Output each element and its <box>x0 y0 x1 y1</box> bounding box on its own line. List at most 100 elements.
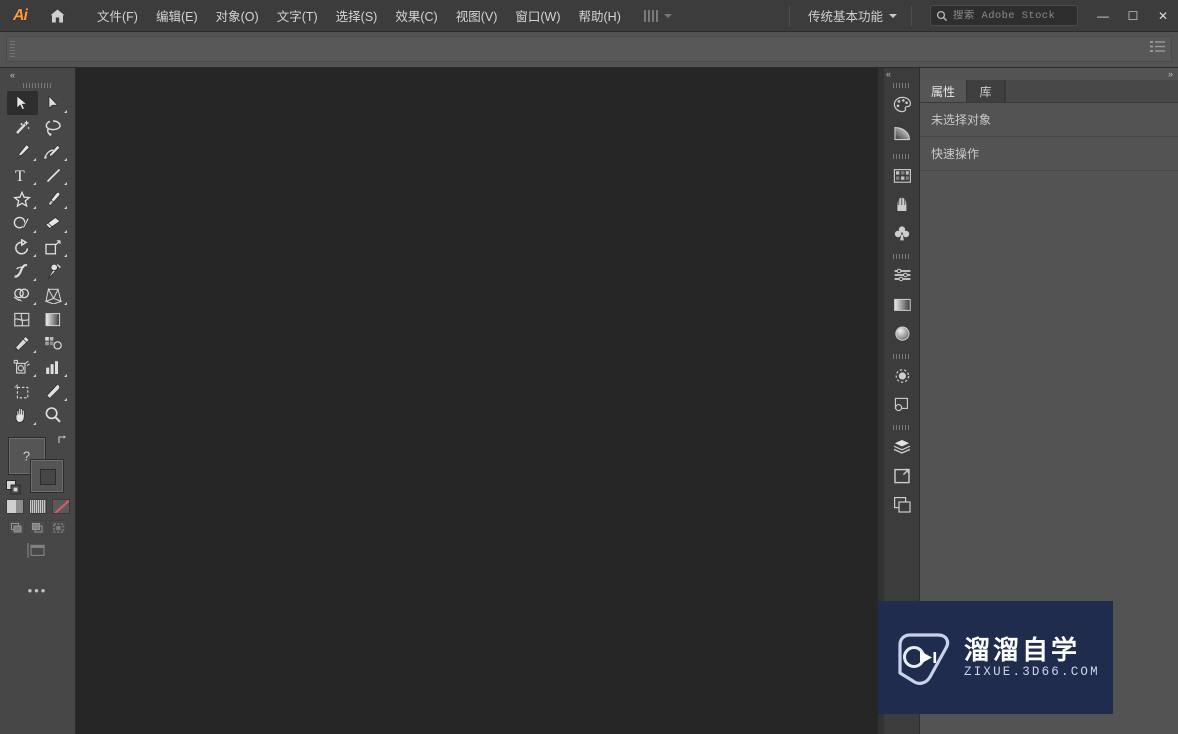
drag-grip-icon[interactable] <box>892 154 911 159</box>
tool-eraser[interactable] <box>38 211 69 235</box>
minimize-button[interactable]: — <box>1088 0 1118 32</box>
close-button[interactable]: ✕ <box>1148 0 1178 32</box>
tool-hand[interactable] <box>7 403 38 427</box>
tool-curvature[interactable] <box>38 139 69 163</box>
workspace-switcher[interactable]: 传统基本功能 <box>798 6 903 25</box>
tool-column-graph[interactable] <box>38 355 69 379</box>
flyout-indicator-icon <box>63 182 67 185</box>
selection-arrow-icon <box>16 95 28 111</box>
tool-slice[interactable] <box>38 379 69 403</box>
rail-asset-export[interactable] <box>884 490 920 519</box>
control-bar-overflow-button[interactable] <box>1150 40 1165 58</box>
menu-window[interactable]: 窗口(W) <box>506 3 569 29</box>
edit-toolbar-button[interactable]: ••• <box>0 583 75 598</box>
tool-rotate[interactable] <box>7 235 38 259</box>
tool-direct-selection[interactable] <box>38 91 69 115</box>
tool-type[interactable]: T <box>7 163 38 187</box>
tool-eyedropper[interactable] <box>7 331 38 355</box>
menu-edit[interactable]: 编辑(E) <box>147 3 207 29</box>
drag-grip-icon[interactable] <box>10 41 15 57</box>
rail-brushes[interactable] <box>884 190 920 219</box>
rail-artboards[interactable] <box>884 461 920 490</box>
tool-lasso[interactable] <box>38 115 69 139</box>
document-arrange-button[interactable] <box>643 9 672 22</box>
fill-stroke-controls: ? <box>5 434 69 495</box>
selection-status: 未选择对象 <box>931 113 992 127</box>
tools-panel-header: « <box>0 68 75 82</box>
document-canvas[interactable] <box>76 68 878 734</box>
mode-gradient[interactable] <box>28 499 47 514</box>
rail-layers[interactable] <box>884 432 920 461</box>
menu-view[interactable]: 视图(V) <box>447 3 507 29</box>
double-chevron-left-icon[interactable]: « <box>886 69 891 79</box>
tool-mesh[interactable] <box>7 307 38 331</box>
search-input[interactable] <box>953 9 1061 22</box>
draw-normal[interactable] <box>8 520 25 535</box>
tool-shape-builder[interactable] <box>7 283 38 307</box>
tool-shape[interactable] <box>7 187 38 211</box>
double-chevron-right-icon[interactable]: » <box>1168 69 1173 79</box>
tool-free-transform[interactable] <box>38 259 69 283</box>
tool-blend[interactable] <box>38 331 69 355</box>
tool-shaper[interactable] <box>7 211 38 235</box>
rail-transform[interactable] <box>884 290 920 319</box>
tool-scale[interactable] <box>38 235 69 259</box>
rail-swatches[interactable] <box>884 161 920 190</box>
tool-magic-wand[interactable] <box>7 115 38 139</box>
menu-object[interactable]: 对象(O) <box>207 3 268 29</box>
tool-perspective-grid[interactable] <box>38 283 69 307</box>
align-lines-icon <box>894 268 910 281</box>
tool-symbol-sprayer[interactable] <box>7 355 38 379</box>
maximize-button[interactable]: ☐ <box>1118 0 1148 32</box>
color-palette-icon <box>893 96 911 113</box>
rail-appearance[interactable] <box>884 319 920 348</box>
tool-paintbrush[interactable] <box>38 187 69 211</box>
adobe-stock-search[interactable] <box>930 5 1078 26</box>
drag-grip-icon[interactable] <box>892 83 911 88</box>
menu-help[interactable]: 帮助(H) <box>570 3 630 29</box>
home-icon[interactable] <box>40 0 74 32</box>
slice-knife-icon <box>46 383 61 399</box>
draw-behind-icon <box>32 522 43 532</box>
tool-pen[interactable] <box>7 139 38 163</box>
default-fill-stroke-icon[interactable] <box>5 480 21 495</box>
rail-transparency[interactable] <box>884 361 920 390</box>
tab-libraries[interactable]: 库 <box>967 80 1006 102</box>
mode-none[interactable] <box>51 499 70 514</box>
double-chevron-left-icon[interactable]: « <box>10 70 15 80</box>
menu-select[interactable]: 选择(S) <box>327 3 387 29</box>
rail-gradient[interactable] <box>884 119 920 148</box>
tool-width[interactable] <box>7 259 38 283</box>
tool-grid: T <box>0 91 75 427</box>
screen-mode-icon[interactable] <box>26 542 49 559</box>
type-icon: T <box>15 168 25 184</box>
mode-color[interactable] <box>5 499 24 514</box>
rail-symbols[interactable] <box>884 219 920 248</box>
tool-gradient[interactable] <box>38 307 69 331</box>
draw-inside[interactable] <box>50 520 67 535</box>
rail-divider <box>884 348 919 351</box>
menu-bar-right: 传统基本功能 — ☐ ✕ <box>781 0 1178 32</box>
rail-align[interactable] <box>884 261 920 290</box>
tool-line-segment[interactable] <box>38 163 69 187</box>
drag-grip-icon[interactable] <box>892 425 911 430</box>
swap-fill-stroke-icon[interactable] <box>57 434 69 446</box>
shaper-pencil-icon <box>13 216 30 229</box>
tool-zoom[interactable] <box>38 403 69 427</box>
drag-grip-icon[interactable] <box>892 254 911 259</box>
flyout-indicator-icon <box>32 374 36 377</box>
menu-effect[interactable]: 效果(C) <box>386 3 446 29</box>
tool-selection[interactable] <box>6 91 38 115</box>
rail-pathfinder[interactable] <box>884 390 920 419</box>
drag-grip-icon[interactable] <box>22 83 53 88</box>
stroke-swatch[interactable] <box>29 459 64 493</box>
menu-file[interactable]: 文件(F) <box>88 3 147 29</box>
tab-properties[interactable]: 属性 <box>920 80 968 102</box>
menu-type[interactable]: 文字(T) <box>268 3 327 29</box>
watermark-title: 溜溜自学 <box>964 634 1081 665</box>
rail-color[interactable] <box>884 90 920 119</box>
tool-artboard[interactable] <box>7 379 38 403</box>
flyout-indicator-icon <box>32 254 36 257</box>
draw-behind[interactable] <box>29 520 46 535</box>
drag-grip-icon[interactable] <box>892 354 911 359</box>
